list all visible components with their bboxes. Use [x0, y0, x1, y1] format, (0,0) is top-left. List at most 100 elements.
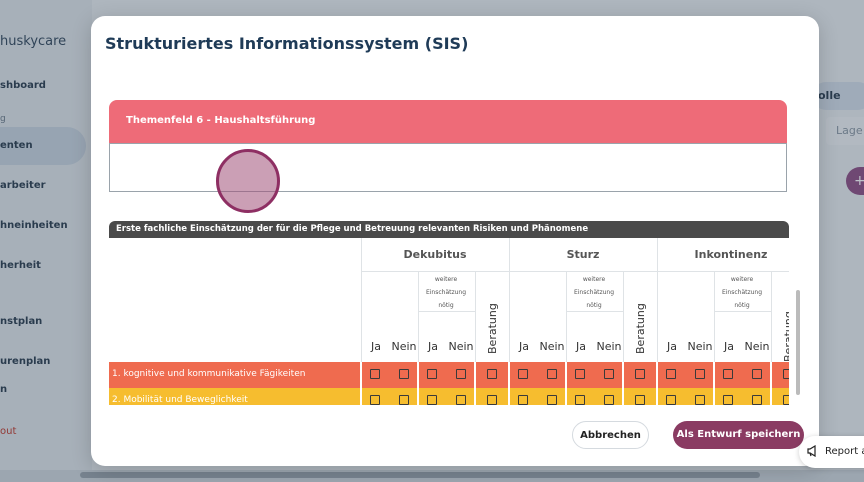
checkbox-dekubitus-ja[interactable] — [370, 395, 380, 405]
weitere-line: weitere — [434, 276, 458, 283]
theme-textarea[interactable] — [109, 143, 787, 192]
checkbox-dekubitus-weitere-nein[interactable] — [456, 369, 466, 379]
nein-label: Nein — [596, 340, 622, 353]
row-separator — [360, 388, 362, 405]
weitere-line: weitere — [582, 276, 606, 283]
risk-row-mobilitaet: 2. Mobilität und Beweglichkeit — [109, 388, 789, 405]
ja-label: Ja — [724, 340, 734, 353]
checkbox-inkontinenz-ja[interactable] — [666, 395, 676, 405]
row-separator — [474, 388, 476, 405]
matrix-title: Erste fachliche Einschätzung der für die… — [116, 224, 589, 234]
checkbox-sturz-nein[interactable] — [547, 369, 557, 379]
save-draft-button[interactable]: Als Entwurf speichern — [673, 421, 804, 449]
checkbox-inkontinenz-weitere-nein[interactable] — [752, 369, 762, 379]
checkbox-inkontinenz-weitere-nein[interactable] — [752, 395, 762, 405]
checkbox-dekubitus-weitere-nein[interactable] — [456, 395, 466, 405]
row-separator — [622, 388, 624, 405]
row-separator — [656, 388, 658, 405]
nein-label: Nein — [539, 340, 565, 353]
checkbox-inkontinenz-weitere-ja[interactable] — [723, 395, 733, 405]
checkbox-dekubitus-weitere-ja[interactable] — [427, 369, 437, 379]
report-button[interactable]: Report a — [799, 436, 864, 468]
report-label: Report a — [825, 446, 864, 457]
weitere-label: weitere Einschätzung nötig — [714, 273, 770, 312]
row-separator — [508, 362, 510, 388]
weitere-line: weitere — [730, 276, 754, 283]
checkbox-sturz-beratung[interactable] — [635, 369, 645, 379]
matrix-vertical-scrollbar[interactable] — [796, 290, 800, 395]
checkbox-inkontinenz-weitere-ja[interactable] — [723, 369, 733, 379]
checkbox-sturz-weitere-nein[interactable] — [604, 369, 614, 379]
group-dekubitus: Dekubitus — [403, 248, 467, 261]
row-separator — [417, 388, 419, 405]
checkbox-sturz-ja[interactable] — [518, 395, 528, 405]
checkbox-dekubitus-nein[interactable] — [399, 395, 409, 405]
grid-line — [475, 271, 476, 362]
row-separator — [770, 388, 772, 405]
group-sturz: Sturz — [566, 248, 600, 261]
weitere-label: weitere Einschätzung nötig — [566, 273, 622, 312]
beratung-label: Beratung — [634, 303, 647, 354]
checkbox-dekubitus-beratung[interactable] — [487, 369, 497, 379]
row-separator — [360, 362, 362, 388]
checkbox-inkontinenz-beratung[interactable] — [783, 369, 789, 379]
checkbox-dekubitus-ja[interactable] — [370, 369, 380, 379]
megaphone-icon — [807, 445, 816, 457]
matrix-body: Dekubitus Sturz Inkontinenz weitere Eins… — [109, 238, 789, 405]
checkbox-inkontinenz-nein[interactable] — [695, 369, 705, 379]
row-separator — [770, 362, 772, 388]
checkbox-inkontinenz-nein[interactable] — [695, 395, 705, 405]
grid-line — [623, 271, 624, 362]
risk-matrix: Erste fachliche Einschätzung der für die… — [109, 221, 789, 405]
checkbox-inkontinenz-ja[interactable] — [666, 369, 676, 379]
weitere-line: Einschätzung — [573, 289, 615, 296]
risk-row-label: 2. Mobilität und Beweglichkeit — [112, 395, 248, 405]
checkbox-sturz-weitere-nein[interactable] — [604, 395, 614, 405]
sis-modal: Strukturiertes Informationssystem (SIS) … — [91, 16, 819, 466]
ja-label: Ja — [428, 340, 438, 353]
checkbox-dekubitus-beratung[interactable] — [487, 395, 497, 405]
nein-label: Nein — [687, 340, 713, 353]
grid-line — [771, 271, 772, 362]
theme-header: Themenfeld 6 - Haushaltsführung — [109, 100, 787, 143]
ja-label: Ja — [667, 340, 677, 353]
checkbox-sturz-weitere-ja[interactable] — [575, 369, 585, 379]
grid-line — [361, 271, 789, 272]
weitere-line: Einschätzung — [721, 289, 763, 296]
weitere-label: weitere Einschätzung nötig — [418, 273, 474, 312]
cursor-indicator — [216, 149, 280, 213]
row-separator — [474, 362, 476, 388]
checkbox-dekubitus-weitere-ja[interactable] — [427, 395, 437, 405]
nein-label: Nein — [391, 340, 417, 353]
cancel-button[interactable]: Abbrechen — [572, 421, 649, 449]
beratung-label: Beratung — [782, 311, 789, 362]
ja-label: Ja — [371, 340, 381, 353]
row-separator — [565, 362, 567, 388]
row-separator — [656, 362, 658, 388]
nein-label: Nein — [744, 340, 770, 353]
checkbox-sturz-weitere-ja[interactable] — [575, 395, 585, 405]
weitere-line: Einschätzung — [425, 289, 467, 296]
theme-card: Themenfeld 6 - Haushaltsführung — [109, 100, 787, 192]
row-separator — [417, 362, 419, 388]
theme-header-label: Themenfeld 6 - Haushaltsführung — [126, 115, 316, 126]
ja-label: Ja — [576, 340, 586, 353]
checkbox-sturz-nein[interactable] — [547, 395, 557, 405]
checkbox-dekubitus-nein[interactable] — [399, 369, 409, 379]
weitere-line: nötig — [438, 302, 454, 309]
ja-label: Ja — [519, 340, 529, 353]
row-separator — [713, 388, 715, 405]
modal-title: Strukturiertes Informationssystem (SIS) — [105, 34, 469, 53]
row-separator — [622, 362, 624, 388]
weitere-line: nötig — [734, 302, 750, 309]
nein-label: Nein — [448, 340, 474, 353]
checkbox-sturz-ja[interactable] — [518, 369, 528, 379]
risk-row-kognitiv: 1. kognitive und kommunikative Fägikeite… — [109, 362, 789, 388]
checkbox-sturz-beratung[interactable] — [635, 395, 645, 405]
risk-row-label: 1. kognitive und kommunikative Fägikeite… — [112, 369, 306, 379]
weitere-line: nötig — [586, 302, 602, 309]
matrix-title-bar: Erste fachliche Einschätzung der für die… — [109, 221, 789, 238]
row-separator — [713, 362, 715, 388]
row-separator — [508, 388, 510, 405]
checkbox-inkontinenz-beratung[interactable] — [783, 395, 789, 405]
